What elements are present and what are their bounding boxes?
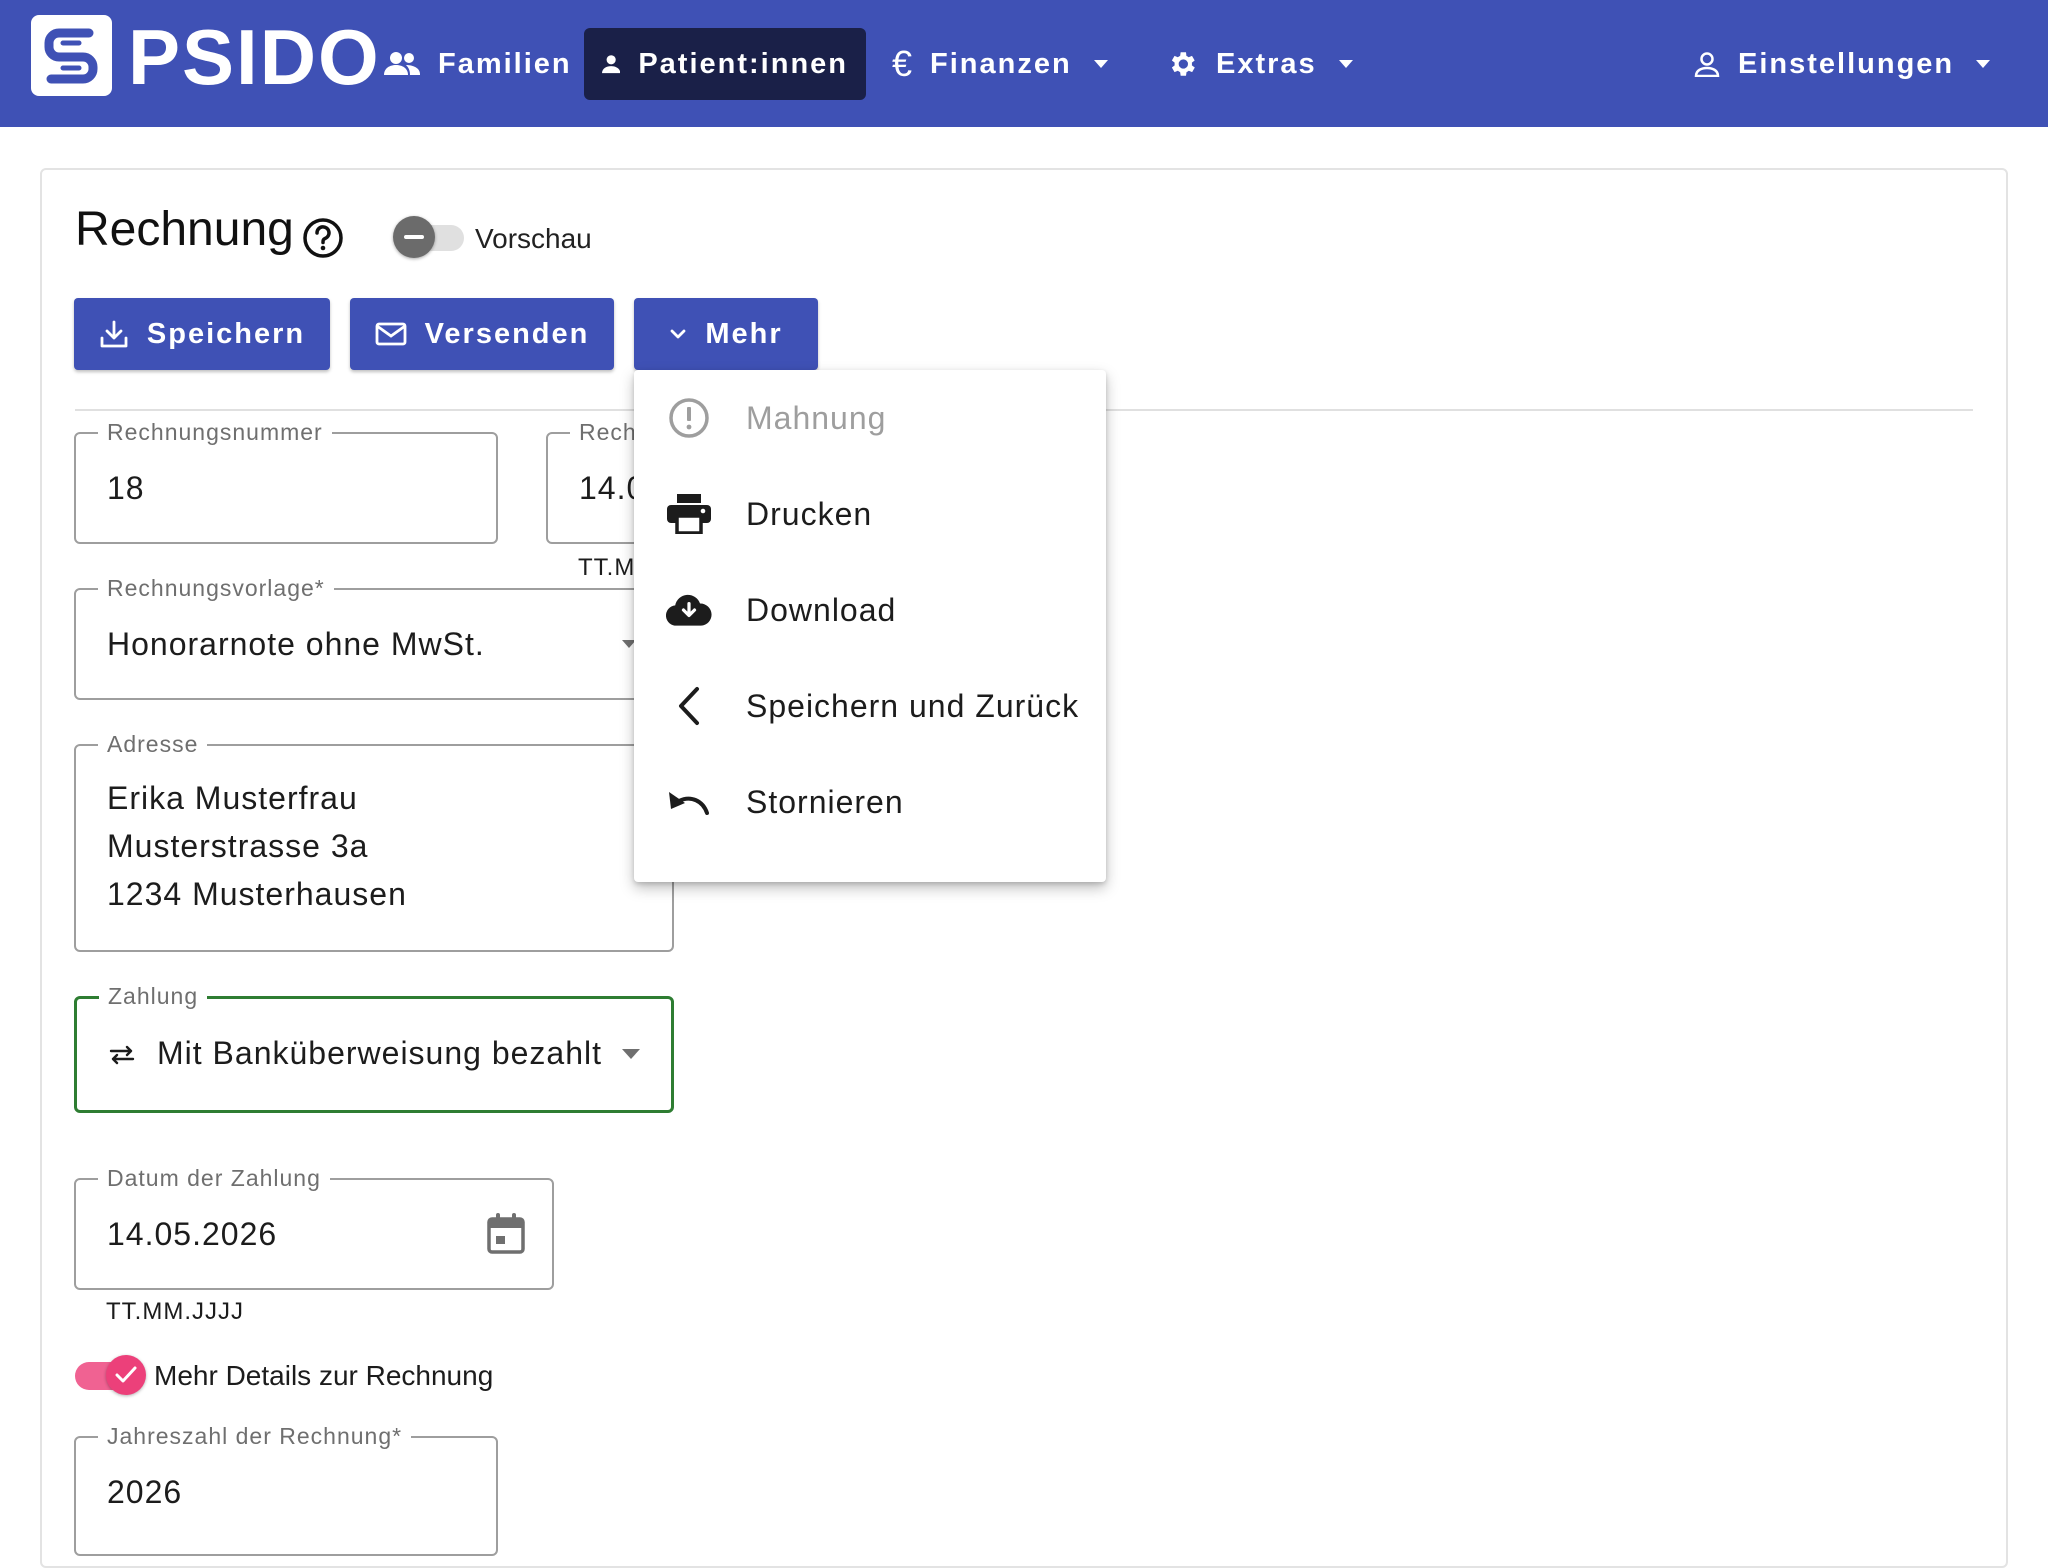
payment-value: Mit Banküberweisung bezahlt — [157, 1035, 603, 1071]
more-menu: Mahnung Drucken Download Speichern und Z… — [634, 370, 1106, 882]
chevron-left-icon — [666, 683, 712, 729]
details-switch-label: Mehr Details zur Rechnung — [154, 1360, 494, 1391]
address-line-3: 1234 Musterhausen — [107, 876, 407, 912]
invoice-number-value[interactable]: 18 — [107, 470, 145, 507]
top-navbar: PSIDO Familien Patient:innen € Finanzen … — [0, 0, 2048, 127]
gear-icon — [1171, 52, 1195, 76]
payment-date-value[interactable]: 14.05.2026 — [107, 1216, 277, 1253]
menu-item-label: Drucken — [746, 495, 873, 532]
menu-item-mahnung: Mahnung — [634, 370, 1106, 466]
chevron-down-icon — [670, 329, 686, 339]
menu-item-stornieren[interactable]: Stornieren — [634, 754, 1106, 850]
address-label: Adresse — [98, 730, 208, 758]
menu-item-label: Mahnung — [746, 399, 887, 436]
nav-finanzen-label: Finanzen — [930, 47, 1072, 80]
person-icon — [602, 55, 621, 74]
page-title: Rechnung — [75, 203, 294, 256]
template-select[interactable]: Rechnungsvorlage* Honorarnote ohne MwSt. — [74, 574, 674, 700]
address-field[interactable]: Adresse Erika Musterfrau Musterstrasse 3… — [74, 730, 674, 952]
nav-familien[interactable]: Familien — [366, 28, 590, 100]
nav-extras[interactable]: Extras — [1148, 28, 1371, 100]
address-line-2: Musterstrasse 3a — [107, 828, 369, 864]
nav-finanzen[interactable]: € Finanzen — [874, 28, 1126, 100]
invoice-number-field[interactable]: Rechnungsnummer 18 — [74, 418, 498, 544]
cloud-download-icon — [666, 587, 712, 633]
download-tray-icon — [100, 320, 128, 348]
more-button-label: Mehr — [705, 317, 783, 350]
menu-item-speichern-und-zurueck[interactable]: Speichern und Zurück — [634, 658, 1106, 754]
payment-date-field[interactable]: Datum der Zahlung 14.05.2026 — [74, 1164, 554, 1290]
mail-icon — [375, 322, 407, 346]
euro-icon: € — [892, 43, 915, 84]
nav-einstellungen-label: Einstellungen — [1738, 47, 1955, 80]
caret-down-icon — [1338, 60, 1353, 68]
help-circle-icon[interactable] — [302, 217, 344, 259]
payment-date-label: Datum der Zahlung — [98, 1164, 330, 1192]
account-outline-icon — [1694, 52, 1720, 77]
payment-date-helper: TT.MM.JJJJ — [106, 1298, 244, 1325]
invoice-number-label: Rechnungsnummer — [98, 418, 332, 446]
caret-down-icon — [1093, 60, 1108, 68]
send-button[interactable]: Versenden — [350, 298, 614, 370]
preview-label: Vorschau — [475, 223, 592, 254]
nav-einstellungen[interactable]: Einstellungen — [1676, 28, 2008, 100]
calendar-icon[interactable] — [486, 1212, 526, 1256]
check-icon — [115, 1366, 137, 1383]
payment-select[interactable]: Zahlung Mit Banküberweisung bezahlt — [74, 982, 674, 1113]
swap-horizontal-icon — [109, 1045, 135, 1065]
nav-patientinnen-label: Patient:innen — [638, 47, 848, 80]
app-logo-text: PSIDO — [128, 13, 381, 101]
psido-logo-icon[interactable] — [31, 15, 112, 96]
printer-icon — [666, 491, 712, 537]
more-button[interactable]: Mehr — [634, 298, 818, 370]
address-line-1: Erika Musterfrau — [107, 780, 358, 816]
caret-down-icon — [622, 1049, 640, 1059]
menu-item-label: Download — [746, 591, 897, 628]
template-value: Honorarnote ohne MwSt. — [107, 626, 485, 662]
group-icon — [384, 52, 420, 75]
year-field[interactable]: Jahreszahl der Rechnung* 2026 — [74, 1422, 498, 1556]
nav-patientinnen[interactable]: Patient:innen — [584, 28, 866, 100]
menu-item-label: Stornieren — [746, 783, 904, 820]
menu-item-label: Speichern und Zurück — [746, 687, 1080, 724]
alert-circle-icon — [666, 395, 712, 441]
menu-item-download[interactable]: Download — [634, 562, 1106, 658]
details-switch[interactable] — [106, 1355, 146, 1395]
payment-label: Zahlung — [99, 982, 208, 1010]
year-label: Jahreszahl der Rechnung* — [98, 1422, 412, 1450]
save-button[interactable]: Speichern — [74, 298, 330, 370]
caret-down-icon — [1976, 60, 1991, 68]
invoice-date-helper: TT.M — [578, 554, 636, 581]
nav-familien-label: Familien — [438, 47, 572, 80]
send-button-label: Versenden — [424, 317, 590, 350]
preview-toggle[interactable] — [393, 216, 435, 258]
nav-extras-label: Extras — [1216, 47, 1317, 80]
template-label: Rechnungsvorlage* — [98, 574, 334, 602]
menu-item-drucken[interactable]: Drucken — [634, 466, 1106, 562]
year-value[interactable]: 2026 — [107, 1474, 182, 1511]
save-button-label: Speichern — [146, 317, 306, 350]
undo-icon — [666, 779, 712, 825]
